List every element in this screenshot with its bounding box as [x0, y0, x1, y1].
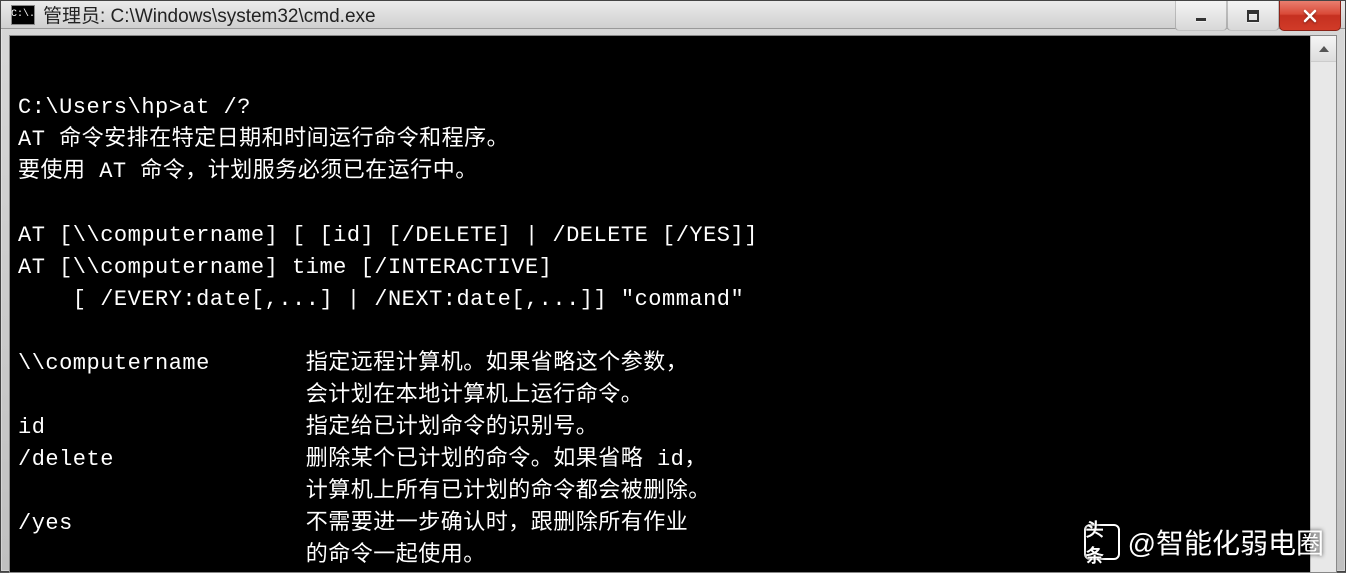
- scroll-track[interactable]: [1311, 62, 1336, 572]
- console-line: [ /EVERY:date[,...] | /NEXT:date[,...]] …: [18, 287, 744, 312]
- app-icon: C:\.: [11, 5, 35, 25]
- console-line: AT 命令安排在特定日期和时间运行命令和程序。: [18, 127, 509, 152]
- console-line: C:\Users\hp>at /?: [18, 95, 251, 120]
- maximize-button[interactable]: [1227, 1, 1279, 31]
- console-line: AT [\\computername] [ [id] [/DELETE] | /…: [18, 223, 758, 248]
- console-line: 计算机上所有已计划的命令都会被删除。: [18, 479, 711, 504]
- close-button[interactable]: [1279, 1, 1341, 31]
- window-controls: [1175, 1, 1341, 31]
- vertical-scrollbar[interactable]: [1310, 36, 1336, 572]
- close-icon: [1302, 8, 1318, 24]
- console-line: 会计划在本地计算机上运行命令。: [18, 383, 643, 408]
- console-line: 的命令一起使用。: [18, 543, 486, 568]
- scroll-up-button[interactable]: [1311, 36, 1336, 62]
- minimize-button[interactable]: [1175, 1, 1227, 31]
- console-line: 要使用 AT 命令，计划服务必须已在运行中。: [18, 159, 478, 184]
- console-line: AT [\\computername] time [/INTERACTIVE]: [18, 255, 552, 280]
- titlebar[interactable]: C:\. 管理员: C:\Windows\system32\cmd.exe: [1, 1, 1345, 29]
- chevron-up-icon: [1319, 46, 1329, 52]
- maximize-icon: [1246, 9, 1260, 23]
- window-title: 管理员: C:\Windows\system32\cmd.exe: [43, 1, 376, 28]
- content-frame: C:\Users\hp>at /? AT 命令安排在特定日期和时间运行命令和程序…: [9, 35, 1337, 573]
- console-line: /delete 删除某个已计划的命令。如果省略 id，: [18, 447, 707, 472]
- console-output[interactable]: C:\Users\hp>at /? AT 命令安排在特定日期和时间运行命令和程序…: [10, 36, 1310, 572]
- console-line: /yes 不需要进一步确认时，跟删除所有作业: [18, 511, 688, 536]
- console-line: \\computername 指定远程计算机。如果省略这个参数，: [18, 351, 688, 376]
- minimize-icon: [1194, 9, 1208, 23]
- console-line: id 指定给已计划命令的识别号。: [18, 415, 598, 440]
- window-frame: C:\. 管理员: C:\Windows\system32\cmd.exe: [0, 0, 1346, 572]
